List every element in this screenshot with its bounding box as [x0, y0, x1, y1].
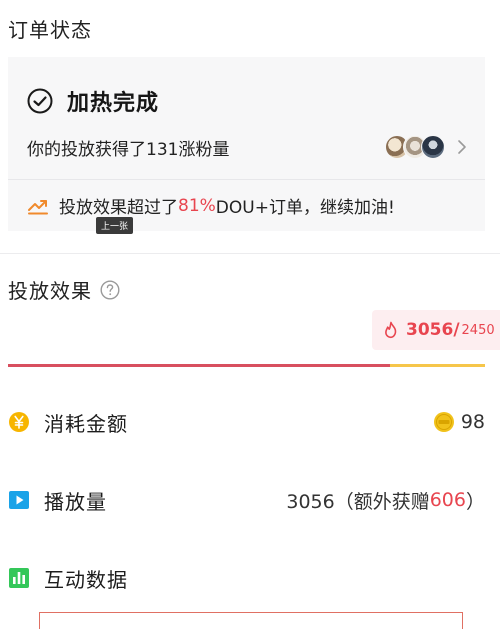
- plays-bonus: 606: [429, 489, 466, 511]
- prev-tooltip: 上一张: [96, 217, 134, 234]
- compare-row: 投放效果超过了 81% DOU+订单，继续加油!: [27, 193, 395, 218]
- status-label: 加热完成: [67, 91, 160, 116]
- status-header: 加热完成: [27, 85, 159, 117]
- cost-label: 消耗金额: [44, 411, 128, 436]
- bar-chart-icon: [9, 568, 29, 588]
- interact-label: 互动数据: [44, 567, 128, 592]
- status-card: 加热完成 你的投放获得了131涨粉量 投放效果超过了 81% DOU+订单，继续加油…: [8, 57, 485, 231]
- badge-target: 2450: [461, 322, 495, 338]
- fan-avatars[interactable]: [385, 135, 467, 159]
- effect-progress-bar: [8, 364, 485, 367]
- metric-plays: 播放量 3056（额外获赠 606）: [8, 484, 485, 516]
- badge-value: 3056/: [406, 320, 460, 340]
- check-circle-icon: [27, 88, 53, 114]
- yuan-icon: [9, 412, 29, 432]
- dou-coin-icon: [433, 412, 454, 432]
- plays-close: ）: [465, 490, 485, 513]
- effect-title: 投放效果: [8, 275, 120, 304]
- divider: [8, 179, 485, 180]
- interaction-data-box: [39, 612, 463, 629]
- section-divider: [0, 253, 500, 254]
- progress-fill: [8, 364, 390, 367]
- plays-value-group: 3056（额外获赠 606）: [286, 487, 485, 514]
- avatar: [421, 135, 445, 159]
- compare-suffix: DOU+订单，继续加油!: [215, 198, 395, 218]
- fans-row[interactable]: 你的投放获得了131涨粉量: [27, 133, 467, 161]
- plays-value: 3056（额外获赠: [286, 490, 430, 513]
- plays-label: 播放量: [44, 489, 107, 514]
- metric-cost: 消耗金额 98: [8, 406, 485, 438]
- order-status-title: 订单状态: [8, 18, 92, 42]
- compare-percent: 81%: [178, 195, 216, 216]
- play-icon: [9, 491, 29, 509]
- help-icon[interactable]: [100, 279, 120, 300]
- effect-title-text: 投放效果: [8, 279, 92, 303]
- metric-interact: 互动数据: [8, 562, 485, 594]
- cost-value: 98: [460, 411, 485, 433]
- chevron-right-icon[interactable]: [457, 139, 467, 155]
- fans-text: 你的投放获得了131涨粉量: [27, 139, 230, 160]
- fire-icon: [385, 321, 397, 339]
- cost-value-group: 98: [433, 411, 485, 433]
- compare-prefix: 投放效果超过了: [59, 198, 178, 218]
- trend-up-icon: [28, 199, 48, 214]
- effect-badge: 3056/ 2450: [372, 310, 500, 350]
